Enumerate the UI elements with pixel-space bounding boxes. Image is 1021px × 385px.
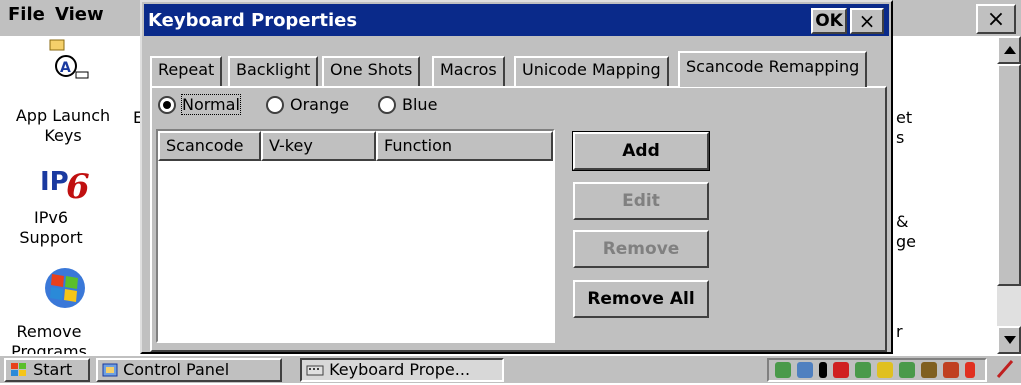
partial-icon-label: ge (896, 232, 916, 251)
radio-blue-label: Blue (402, 95, 438, 114)
tab-unicode-mapping[interactable]: Unicode Mapping (514, 56, 669, 86)
radio-indicator (266, 95, 284, 114)
vertical-scrollbar[interactable] (997, 36, 1021, 354)
task-label: Control Panel (123, 360, 230, 379)
network-icon[interactable] (775, 362, 791, 378)
partial-icon-label: s (896, 128, 905, 147)
keyboard-icon (306, 365, 324, 376)
info-icon[interactable] (819, 362, 827, 378)
control-panel-icon (102, 363, 118, 377)
app-launch-keys-label[interactable]: App Launch Keys (8, 106, 118, 146)
task-control-panel[interactable]: Control Panel (96, 358, 282, 382)
radio-selected-dot (163, 100, 171, 109)
svg-text:6: 6 (66, 167, 90, 204)
windows-flag-icon[interactable] (40, 262, 90, 312)
network-icon[interactable] (899, 362, 915, 378)
lock-icon[interactable] (877, 362, 893, 378)
arrow-down-icon (1004, 336, 1016, 344)
ipv6-label[interactable]: IPv6 Support (0, 208, 106, 248)
tab-macros[interactable]: Macros (432, 56, 505, 86)
remove-all-button[interactable]: Remove All (573, 280, 709, 318)
dialog-titlebar[interactable]: Keyboard Properties OK × (144, 4, 889, 36)
radio-orange[interactable]: Orange (266, 95, 349, 114)
start-label: Start (33, 360, 73, 379)
keyboard-state-icon[interactable] (921, 362, 937, 378)
edit-button[interactable]: Edit (573, 182, 709, 220)
network-icon[interactable] (855, 362, 871, 378)
scroll-down-button[interactable] (997, 326, 1021, 354)
ipv6-icon[interactable]: IP 6 (40, 160, 96, 207)
windows-flag-icon (11, 363, 26, 376)
tab-repeat[interactable]: Repeat (150, 56, 223, 86)
task-label: Keyboard Prope... (329, 360, 471, 379)
radio-normal[interactable]: Normal (158, 94, 241, 115)
column-header-vkey[interactable]: V-key (261, 131, 376, 161)
no-connection-icon[interactable] (833, 362, 849, 378)
scancode-list[interactable]: Scancode V-key Function (156, 129, 555, 343)
svg-text:A: A (60, 60, 71, 76)
radio-indicator (158, 95, 176, 114)
tab-backlight[interactable]: Backlight (228, 56, 319, 86)
taskbar: Start Control Panel Keyboard Prope... (0, 354, 1021, 383)
column-header-scancode[interactable]: Scancode (158, 131, 261, 161)
sync-icon[interactable] (797, 362, 813, 378)
control-panel-close-button[interactable]: × (976, 4, 1016, 34)
column-header-function[interactable]: Function (376, 131, 553, 161)
dialog-title: Keyboard Properties (148, 10, 358, 31)
menu-file[interactable]: File (8, 4, 45, 25)
power-icon[interactable] (965, 362, 975, 378)
pen-icon[interactable] (994, 358, 1016, 380)
svg-text:IP: IP (40, 167, 69, 197)
keyboard-properties-dialog: Keyboard Properties OK × Repeat Backligh… (140, 0, 893, 354)
tab-scancode-remapping[interactable]: Scancode Remapping (678, 51, 868, 87)
task-keyboard-properties[interactable]: Keyboard Prope... (300, 358, 504, 382)
radio-blue[interactable]: Blue (378, 95, 437, 114)
tab-one-shots[interactable]: One Shots (322, 56, 421, 86)
radio-normal-label: Normal (181, 94, 241, 115)
start-button[interactable]: Start (4, 358, 90, 382)
system-tray (767, 358, 987, 382)
radio-indicator (378, 95, 396, 114)
scroll-thumb[interactable] (997, 64, 1021, 286)
remove-button[interactable]: Remove (573, 230, 709, 268)
radio-orange-label: Orange (290, 95, 350, 114)
partial-icon-label: r (896, 322, 903, 341)
scroll-up-button[interactable] (997, 36, 1021, 64)
dialog-close-button[interactable]: × (850, 8, 884, 34)
add-button[interactable]: Add (572, 131, 710, 171)
app-launch-keys-icon[interactable]: A (44, 36, 94, 86)
arrow-up-icon (1004, 46, 1016, 54)
battery-icon[interactable] (943, 362, 959, 378)
menu-view[interactable]: View (55, 4, 104, 25)
partial-icon-label: et (896, 108, 913, 127)
partial-icon-label: & (896, 212, 909, 231)
ok-button[interactable]: OK (811, 8, 847, 34)
